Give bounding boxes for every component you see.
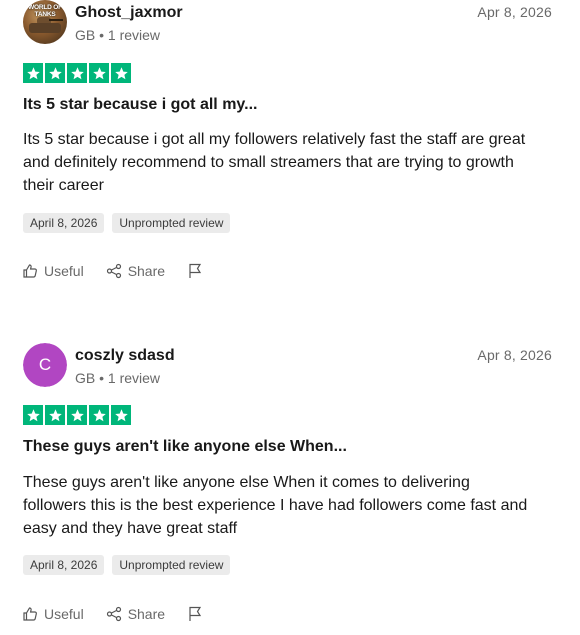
flag-icon xyxy=(189,606,202,621)
avatar[interactable]: C xyxy=(23,343,67,387)
review-actions: Useful Share xyxy=(22,263,225,279)
share-label: Share xyxy=(127,606,166,622)
reviewer-name[interactable]: Ghost_jaxmor xyxy=(75,4,183,22)
star-icon xyxy=(23,405,43,425)
report-button[interactable] xyxy=(187,606,203,622)
share-label: Share xyxy=(127,263,166,279)
unprompted-review-tag[interactable]: Unprompted review xyxy=(112,555,231,575)
thumbs-up-icon xyxy=(23,607,37,621)
thumbs-up-icon xyxy=(23,264,37,278)
review-tags: April 8, 2026 Unprompted review xyxy=(23,555,231,575)
reviewer-name[interactable]: coszly sdasd xyxy=(75,347,175,365)
useful-label: Useful xyxy=(44,606,84,622)
share-icon xyxy=(106,263,121,279)
review-body-line: These guys aren't like anyone else When … xyxy=(23,474,470,491)
review-tags: April 8, 2026 Unprompted review xyxy=(23,213,231,233)
avatar-image: WORLD OF TANKS xyxy=(23,0,67,44)
review-date: Apr 8, 2026 xyxy=(477,4,552,20)
star-icon xyxy=(111,405,131,425)
useful-button[interactable]: Useful xyxy=(22,263,84,279)
reviewer-meta: GB • 1 review xyxy=(75,370,161,386)
review-body-line: followers this is the best experience I … xyxy=(23,497,528,514)
star-icon xyxy=(111,63,131,83)
review-body-line: easy and they have great staff xyxy=(23,520,238,537)
review-body: Its 5 star because i got all my follower… xyxy=(23,128,558,197)
share-button[interactable]: Share xyxy=(106,606,165,622)
review-actions: Useful Share xyxy=(22,606,225,622)
useful-label: Useful xyxy=(44,263,84,279)
unprompted-review-tag[interactable]: Unprompted review xyxy=(112,213,231,233)
star-rating xyxy=(23,63,131,83)
review-date: Apr 8, 2026 xyxy=(477,347,552,363)
share-button[interactable]: Share xyxy=(106,263,165,279)
share-icon xyxy=(106,606,121,622)
review-body-line: and definitely recommend to small stream… xyxy=(23,154,514,171)
review-body: These guys aren't like anyone else When … xyxy=(23,471,558,540)
review-title[interactable]: Its 5 star because i got all my... xyxy=(23,96,257,114)
star-icon xyxy=(89,405,109,425)
review-body-line: Its 5 star because i got all my follower… xyxy=(23,131,526,148)
review-header: C coszly sdasd GB • 1 review Apr 8, 2026 xyxy=(0,343,580,393)
star-icon xyxy=(67,405,87,425)
report-button[interactable] xyxy=(187,263,203,279)
review-card: C coszly sdasd GB • 1 review Apr 8, 2026… xyxy=(0,343,580,635)
star-icon xyxy=(45,63,65,83)
review-header: WORLD OF TANKS Ghost_jaxmor GB • 1 revie… xyxy=(0,0,580,50)
date-of-experience-tag: April 8, 2026 xyxy=(23,213,105,233)
avatar-initial: C xyxy=(23,343,67,387)
flag-icon xyxy=(189,263,202,278)
date-of-experience-tag: April 8, 2026 xyxy=(23,555,105,575)
review-card: WORLD OF TANKS Ghost_jaxmor GB • 1 revie… xyxy=(0,0,580,310)
star-icon xyxy=(89,63,109,83)
star-icon xyxy=(23,63,43,83)
star-icon xyxy=(45,405,65,425)
star-icon xyxy=(67,63,87,83)
avatar[interactable]: WORLD OF TANKS xyxy=(23,0,67,44)
avatar-logo-text: WORLD OF TANKS xyxy=(28,4,62,18)
useful-button[interactable]: Useful xyxy=(22,606,84,622)
star-rating xyxy=(23,405,131,425)
review-title[interactable]: These guys aren't like anyone else When.… xyxy=(23,438,347,456)
reviewer-meta: GB • 1 review xyxy=(75,27,161,43)
review-body-line: their career xyxy=(23,177,104,194)
